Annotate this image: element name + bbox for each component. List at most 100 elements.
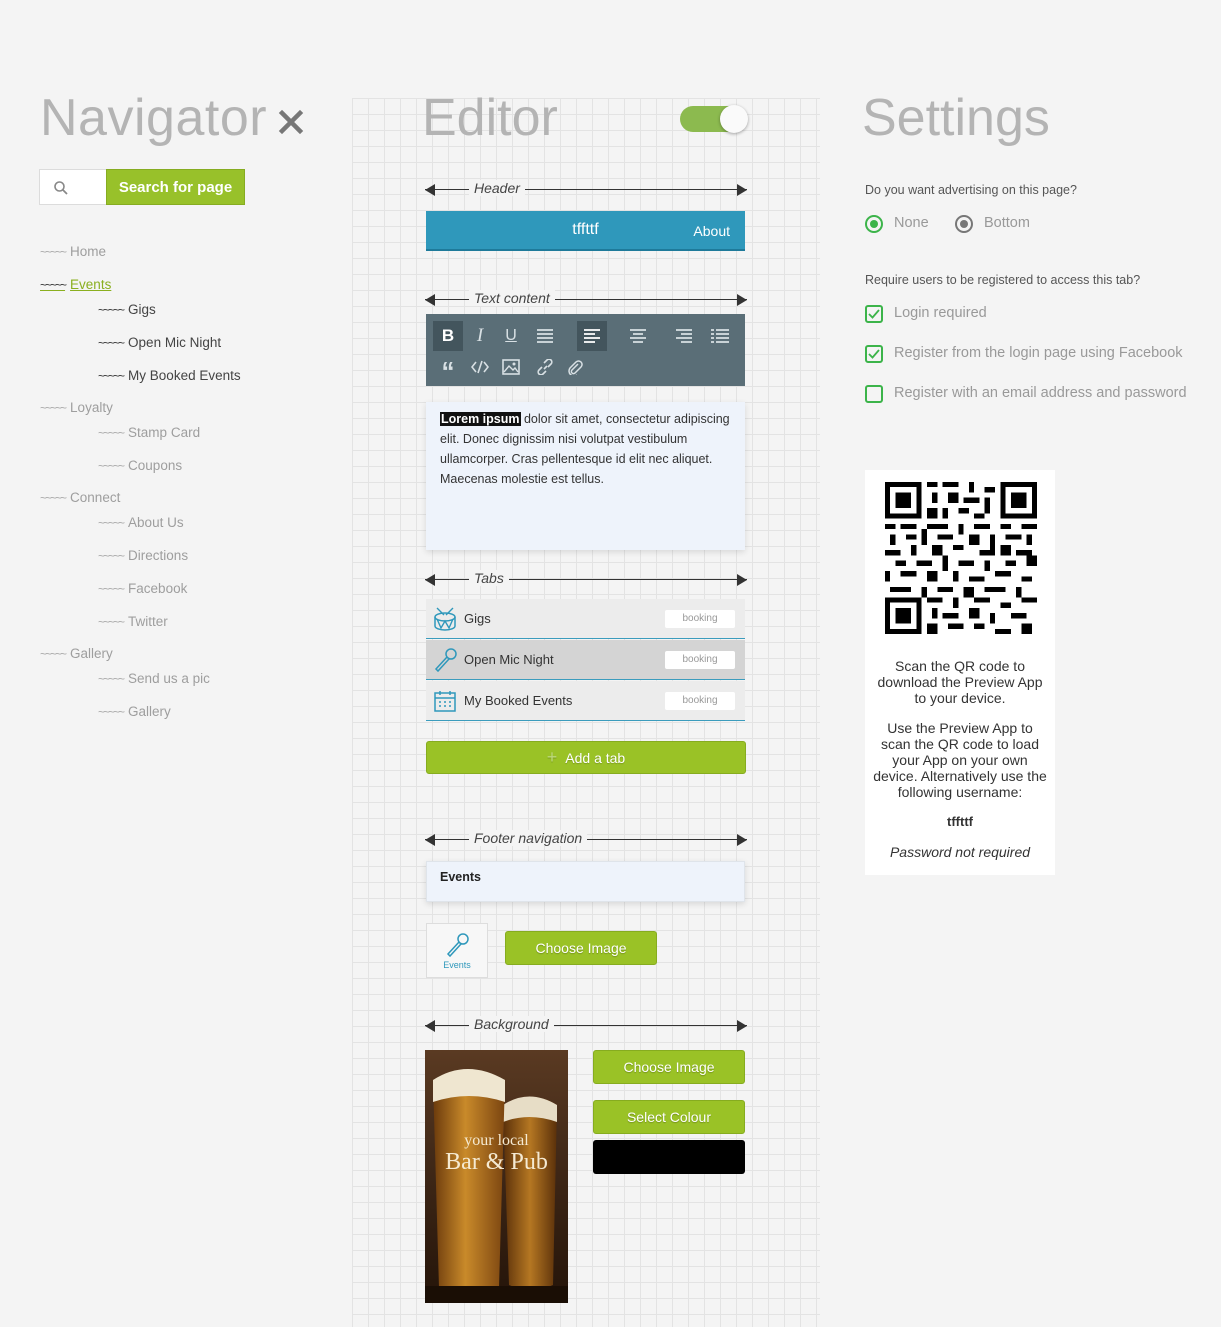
tree-item-label: Gigs bbox=[128, 302, 156, 317]
tree-item-about-us[interactable]: ~~~~~ About Us bbox=[98, 515, 184, 530]
add-tab-label: Add a tab bbox=[565, 749, 626, 766]
tree-connector-icon: ~~~~~ bbox=[40, 244, 67, 259]
close-icon[interactable] bbox=[276, 104, 306, 138]
code-icon[interactable] bbox=[465, 352, 495, 382]
tree-item-stamp-card[interactable]: ~~~~~ Stamp Card bbox=[98, 425, 200, 440]
footer-item-label: Events bbox=[440, 870, 481, 884]
tree-item-loyalty[interactable]: ~~~~~ Loyalty bbox=[40, 400, 113, 415]
tree-item-my-booked-events[interactable]: ~~~~~ My Booked Events bbox=[98, 368, 241, 383]
tree-item-send-us-a-pic[interactable]: ~~~~~ Send us a pic bbox=[98, 671, 210, 686]
tree-item-gigs[interactable]: ~~~~~ Gigs bbox=[98, 302, 156, 317]
quote-icon[interactable]: “ bbox=[433, 352, 463, 384]
checkbox-login-required[interactable] bbox=[865, 305, 883, 323]
calendar-icon bbox=[426, 681, 464, 721]
attachment-icon[interactable] bbox=[560, 352, 590, 382]
editor-toggle[interactable] bbox=[680, 105, 748, 133]
tree-item-connect[interactable]: ~~~~~ Connect bbox=[40, 490, 120, 505]
justify-icon[interactable] bbox=[530, 321, 560, 351]
tree-connector-icon: ~~~~~ bbox=[98, 548, 125, 563]
checkbox-register-email[interactable] bbox=[865, 385, 883, 403]
footer-icon-preview[interactable]: Events bbox=[426, 923, 488, 978]
tree-item-label: Directions bbox=[128, 548, 189, 563]
text-content-editor[interactable]: Lorem ipsum dolor sit amet, consectetur … bbox=[426, 402, 745, 550]
settings-title: Settings bbox=[862, 89, 1050, 147]
checkbox-register-email-label: Register with an email address and passw… bbox=[894, 385, 1187, 401]
image-icon[interactable] bbox=[496, 352, 526, 382]
booking-badge: booking bbox=[665, 651, 735, 669]
tree-connector-icon: ~~~~~ bbox=[98, 335, 125, 350]
tree-item-label: Loyalty bbox=[70, 400, 113, 415]
section-label: Footer navigation bbox=[469, 830, 588, 846]
tree-item-label: Stamp Card bbox=[128, 425, 201, 440]
header-about-link[interactable]: About bbox=[693, 223, 730, 239]
tree-connector-icon: ~~~~~ bbox=[98, 302, 125, 317]
list-icon[interactable] bbox=[705, 321, 735, 351]
tree-item-directions[interactable]: ~~~~~ Directions bbox=[98, 548, 188, 563]
qr-code-image bbox=[885, 482, 1037, 634]
background-choose-image-button[interactable]: Choose Image bbox=[593, 1050, 745, 1084]
underline-icon[interactable]: U bbox=[496, 321, 526, 351]
section-label: Tabs bbox=[469, 570, 509, 586]
search-input[interactable] bbox=[74, 174, 104, 200]
radio-bottom[interactable] bbox=[955, 215, 973, 233]
section-divider-background: Background bbox=[425, 1016, 747, 1034]
registration-question: Require users to be registered to access… bbox=[865, 273, 1141, 287]
radio-bottom-label: Bottom bbox=[984, 215, 1030, 231]
tree-item-label: Open Mic Night bbox=[128, 335, 222, 350]
header-bar-preview[interactable]: tffttf About bbox=[426, 211, 745, 251]
checkbox-login-required-label: Login required bbox=[894, 305, 987, 321]
editor-title: Editor bbox=[422, 89, 558, 147]
italic-icon[interactable]: I bbox=[465, 321, 495, 351]
search-field[interactable] bbox=[39, 169, 107, 205]
tree-item-label: About Us bbox=[128, 515, 184, 530]
qr-instructions-1: Scan the QR code to download the Preview… bbox=[877, 658, 1043, 706]
background-image-preview: your local Bar & Pub bbox=[425, 1050, 568, 1303]
search-icon bbox=[54, 181, 68, 195]
select-colour-button[interactable]: Select Colour bbox=[593, 1100, 745, 1134]
preview-line1: your local bbox=[464, 1132, 529, 1149]
preview-username: tffttf bbox=[947, 814, 973, 829]
toggle-knob bbox=[720, 105, 748, 133]
tab-row-open-mic-night[interactable]: Open Mic Night booking bbox=[426, 640, 745, 680]
search-for-page-button[interactable]: Search for page bbox=[106, 169, 245, 205]
tree-item-twitter[interactable]: ~~~~~ Twitter bbox=[98, 614, 168, 629]
tree-item-coupons[interactable]: ~~~~~ Coupons bbox=[98, 458, 182, 473]
section-label: Text content bbox=[469, 290, 555, 306]
add-tab-button[interactable]: + Add a tab bbox=[426, 741, 746, 774]
align-left-icon[interactable] bbox=[577, 321, 607, 351]
drum-icon bbox=[426, 599, 464, 639]
preview-line2: Bar & Pub bbox=[445, 1149, 548, 1175]
footer-choose-image-button[interactable]: Choose Image bbox=[505, 931, 657, 965]
tree-item-open-mic-night[interactable]: ~~~~~ Open Mic Night bbox=[98, 335, 221, 350]
booking-badge: booking bbox=[665, 692, 735, 710]
section-divider-text-content: Text content bbox=[425, 290, 747, 308]
tab-row-gigs[interactable]: Gigs booking bbox=[426, 599, 745, 639]
tree-item-home[interactable]: ~~~~~ Home bbox=[40, 244, 106, 259]
radio-none[interactable] bbox=[865, 215, 883, 233]
colour-swatch[interactable] bbox=[593, 1140, 745, 1174]
tree-connector-icon: ~~~~~ bbox=[40, 277, 67, 292]
tree-item-label: Home bbox=[70, 244, 107, 259]
footer-navigation-box[interactable]: Events bbox=[426, 861, 745, 902]
checkbox-register-facebook[interactable] bbox=[865, 345, 883, 363]
tree-connector-icon: ~~~~~ bbox=[98, 671, 125, 686]
section-divider-header: Header bbox=[425, 180, 747, 198]
microphone-icon bbox=[426, 640, 464, 680]
tree-connector-icon: ~~~~~ bbox=[40, 400, 67, 415]
tab-row-my-booked-events[interactable]: My Booked Events booking bbox=[426, 681, 745, 721]
align-center-icon[interactable] bbox=[623, 321, 653, 351]
tree-item-gallery[interactable]: ~~~~~ Gallery bbox=[40, 646, 113, 661]
tree-item-facebook[interactable]: ~~~~~ Facebook bbox=[98, 581, 187, 596]
tree-item-events[interactable]: ~~~~~ Events bbox=[40, 277, 111, 292]
rich-text-toolbar: B I U “ bbox=[426, 314, 745, 386]
tree-item-label: Send us a pic bbox=[128, 671, 210, 686]
selected-text: Lorem ipsum bbox=[440, 412, 521, 426]
align-right-icon[interactable] bbox=[669, 321, 699, 351]
checkbox-register-facebook-label: Register from the login page using Faceb… bbox=[894, 345, 1183, 361]
bold-icon[interactable]: B bbox=[433, 321, 463, 351]
link-icon[interactable] bbox=[530, 352, 560, 382]
tree-item-gallery-sub[interactable]: ~~~~~ Gallery bbox=[98, 704, 171, 719]
tree-item-label: Gallery bbox=[128, 704, 171, 719]
tree-item-label: Events bbox=[70, 277, 112, 292]
advertising-question: Do you want advertising on this page? bbox=[865, 183, 1077, 197]
